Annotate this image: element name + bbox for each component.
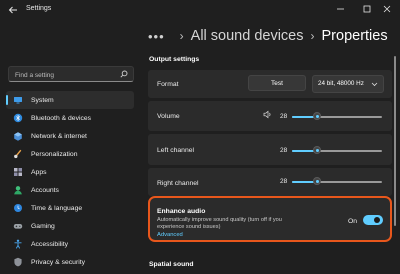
left-channel-slider-thumb[interactable] bbox=[313, 146, 322, 154]
enhance-audio-description: Automatically improve sound quality (tur… bbox=[157, 217, 282, 230]
search-input[interactable] bbox=[13, 68, 117, 82]
close-icon[interactable] bbox=[376, 2, 398, 16]
volume-value: 28 bbox=[280, 113, 288, 120]
sidebar-item-label: Privacy & security bbox=[31, 258, 86, 266]
advanced-link[interactable]: Advanced bbox=[157, 232, 183, 238]
sidebar-nav: System Bluetooth & devices Network & int… bbox=[6, 91, 136, 271]
format-dropdown-value: 24 bit, 48000 Hz bbox=[318, 80, 364, 87]
page-title: Properties bbox=[321, 28, 388, 44]
format-dropdown[interactable]: 24 bit, 48000 Hz bbox=[312, 75, 384, 93]
enhance-audio-toggle[interactable] bbox=[363, 215, 383, 225]
sidebar-item-label: Time & language bbox=[31, 204, 83, 212]
sidebar-item-accounts[interactable]: Accounts bbox=[6, 181, 134, 199]
volume-slider[interactable] bbox=[292, 112, 382, 120]
app-title: Settings bbox=[26, 5, 52, 12]
sidebar-item-label: Accessibility bbox=[31, 240, 69, 248]
sidebar-item-system[interactable]: System bbox=[6, 91, 134, 109]
left-channel-card: Left channel 28 bbox=[148, 134, 392, 165]
accounts-icon bbox=[14, 186, 22, 195]
sidebar-item-gaming[interactable]: Gaming bbox=[6, 217, 134, 235]
format-label: Format bbox=[157, 81, 179, 88]
left-channel-value: 28 bbox=[280, 147, 288, 154]
time-language-icon bbox=[14, 204, 22, 212]
sidebar-item-apps[interactable]: Apps bbox=[6, 163, 134, 181]
settings-window: Settings System bbox=[0, 0, 400, 274]
sidebar-item-label: Apps bbox=[31, 168, 47, 176]
sidebar-item-personalization[interactable]: Personalization bbox=[6, 145, 134, 163]
minimize-icon[interactable] bbox=[330, 2, 352, 16]
apps-icon bbox=[14, 168, 22, 176]
sidebar-item-label: Network & internet bbox=[31, 132, 87, 140]
breadcrumb-separator-icon: › bbox=[310, 29, 315, 43]
breadcrumb-separator-icon: › bbox=[179, 29, 184, 43]
bluetooth-icon bbox=[13, 113, 23, 123]
left-channel-label: Left channel bbox=[157, 147, 195, 154]
right-channel-card: Right channel 28 bbox=[148, 168, 392, 196]
enhance-audio-title: Enhance audio bbox=[157, 208, 206, 215]
personalization-icon bbox=[14, 149, 22, 159]
volume-slider-thumb[interactable] bbox=[313, 112, 322, 120]
sidebar-item-label: Personalization bbox=[31, 150, 78, 158]
sidebar-item-label: Accounts bbox=[31, 186, 59, 194]
test-button[interactable]: Test bbox=[248, 75, 306, 91]
chevron-down-icon bbox=[371, 82, 378, 87]
speaker-icon[interactable] bbox=[263, 110, 272, 119]
title-bar: Settings bbox=[0, 0, 400, 22]
gaming-icon bbox=[13, 224, 23, 229]
left-channel-slider[interactable] bbox=[292, 146, 382, 154]
scrollbar[interactable] bbox=[394, 56, 396, 226]
breadcrumb-all-sound-devices[interactable]: All sound devices bbox=[191, 28, 304, 44]
sidebar-item-label: Gaming bbox=[31, 222, 55, 230]
toggle-knob bbox=[374, 217, 380, 223]
back-arrow-icon[interactable] bbox=[8, 5, 18, 15]
maximize-icon[interactable] bbox=[356, 2, 378, 16]
breadcrumb-more-button[interactable]: ••• bbox=[148, 29, 165, 44]
volume-label: Volume bbox=[157, 113, 180, 120]
right-channel-slider[interactable] bbox=[292, 177, 382, 185]
spatial-sound-heading: Spatial sound bbox=[149, 261, 194, 268]
volume-card: Volume 28 bbox=[148, 101, 392, 131]
enhance-audio-card: Enhance audio Automatically improve soun… bbox=[148, 196, 392, 242]
shield-icon bbox=[14, 257, 22, 267]
right-channel-slider-thumb[interactable] bbox=[313, 177, 322, 185]
system-icon bbox=[14, 97, 22, 104]
search-icon[interactable] bbox=[120, 70, 128, 78]
sidebar-item-accessibility[interactable]: Accessibility bbox=[6, 235, 134, 253]
output-settings-heading: Output settings bbox=[149, 56, 200, 63]
right-channel-label: Right channel bbox=[157, 180, 199, 187]
sidebar-item-bluetooth[interactable]: Bluetooth & devices bbox=[6, 109, 134, 127]
accessibility-icon bbox=[14, 239, 22, 249]
sidebar-item-time-language[interactable]: Time & language bbox=[6, 199, 134, 217]
sidebar-item-privacy-security[interactable]: Privacy & security bbox=[6, 253, 134, 271]
network-icon bbox=[14, 132, 22, 141]
search-box bbox=[8, 66, 134, 82]
sidebar-item-label: Bluetooth & devices bbox=[31, 114, 92, 122]
format-card: Format Test 24 bit, 48000 Hz bbox=[148, 70, 392, 98]
sidebar-item-label: System bbox=[31, 96, 54, 104]
enhance-audio-state-label: On bbox=[348, 218, 358, 225]
sidebar-item-network[interactable]: Network & internet bbox=[6, 127, 134, 145]
right-channel-value: 28 bbox=[280, 178, 288, 185]
breadcrumb: ••• › All sound devices › Properties bbox=[148, 26, 388, 46]
